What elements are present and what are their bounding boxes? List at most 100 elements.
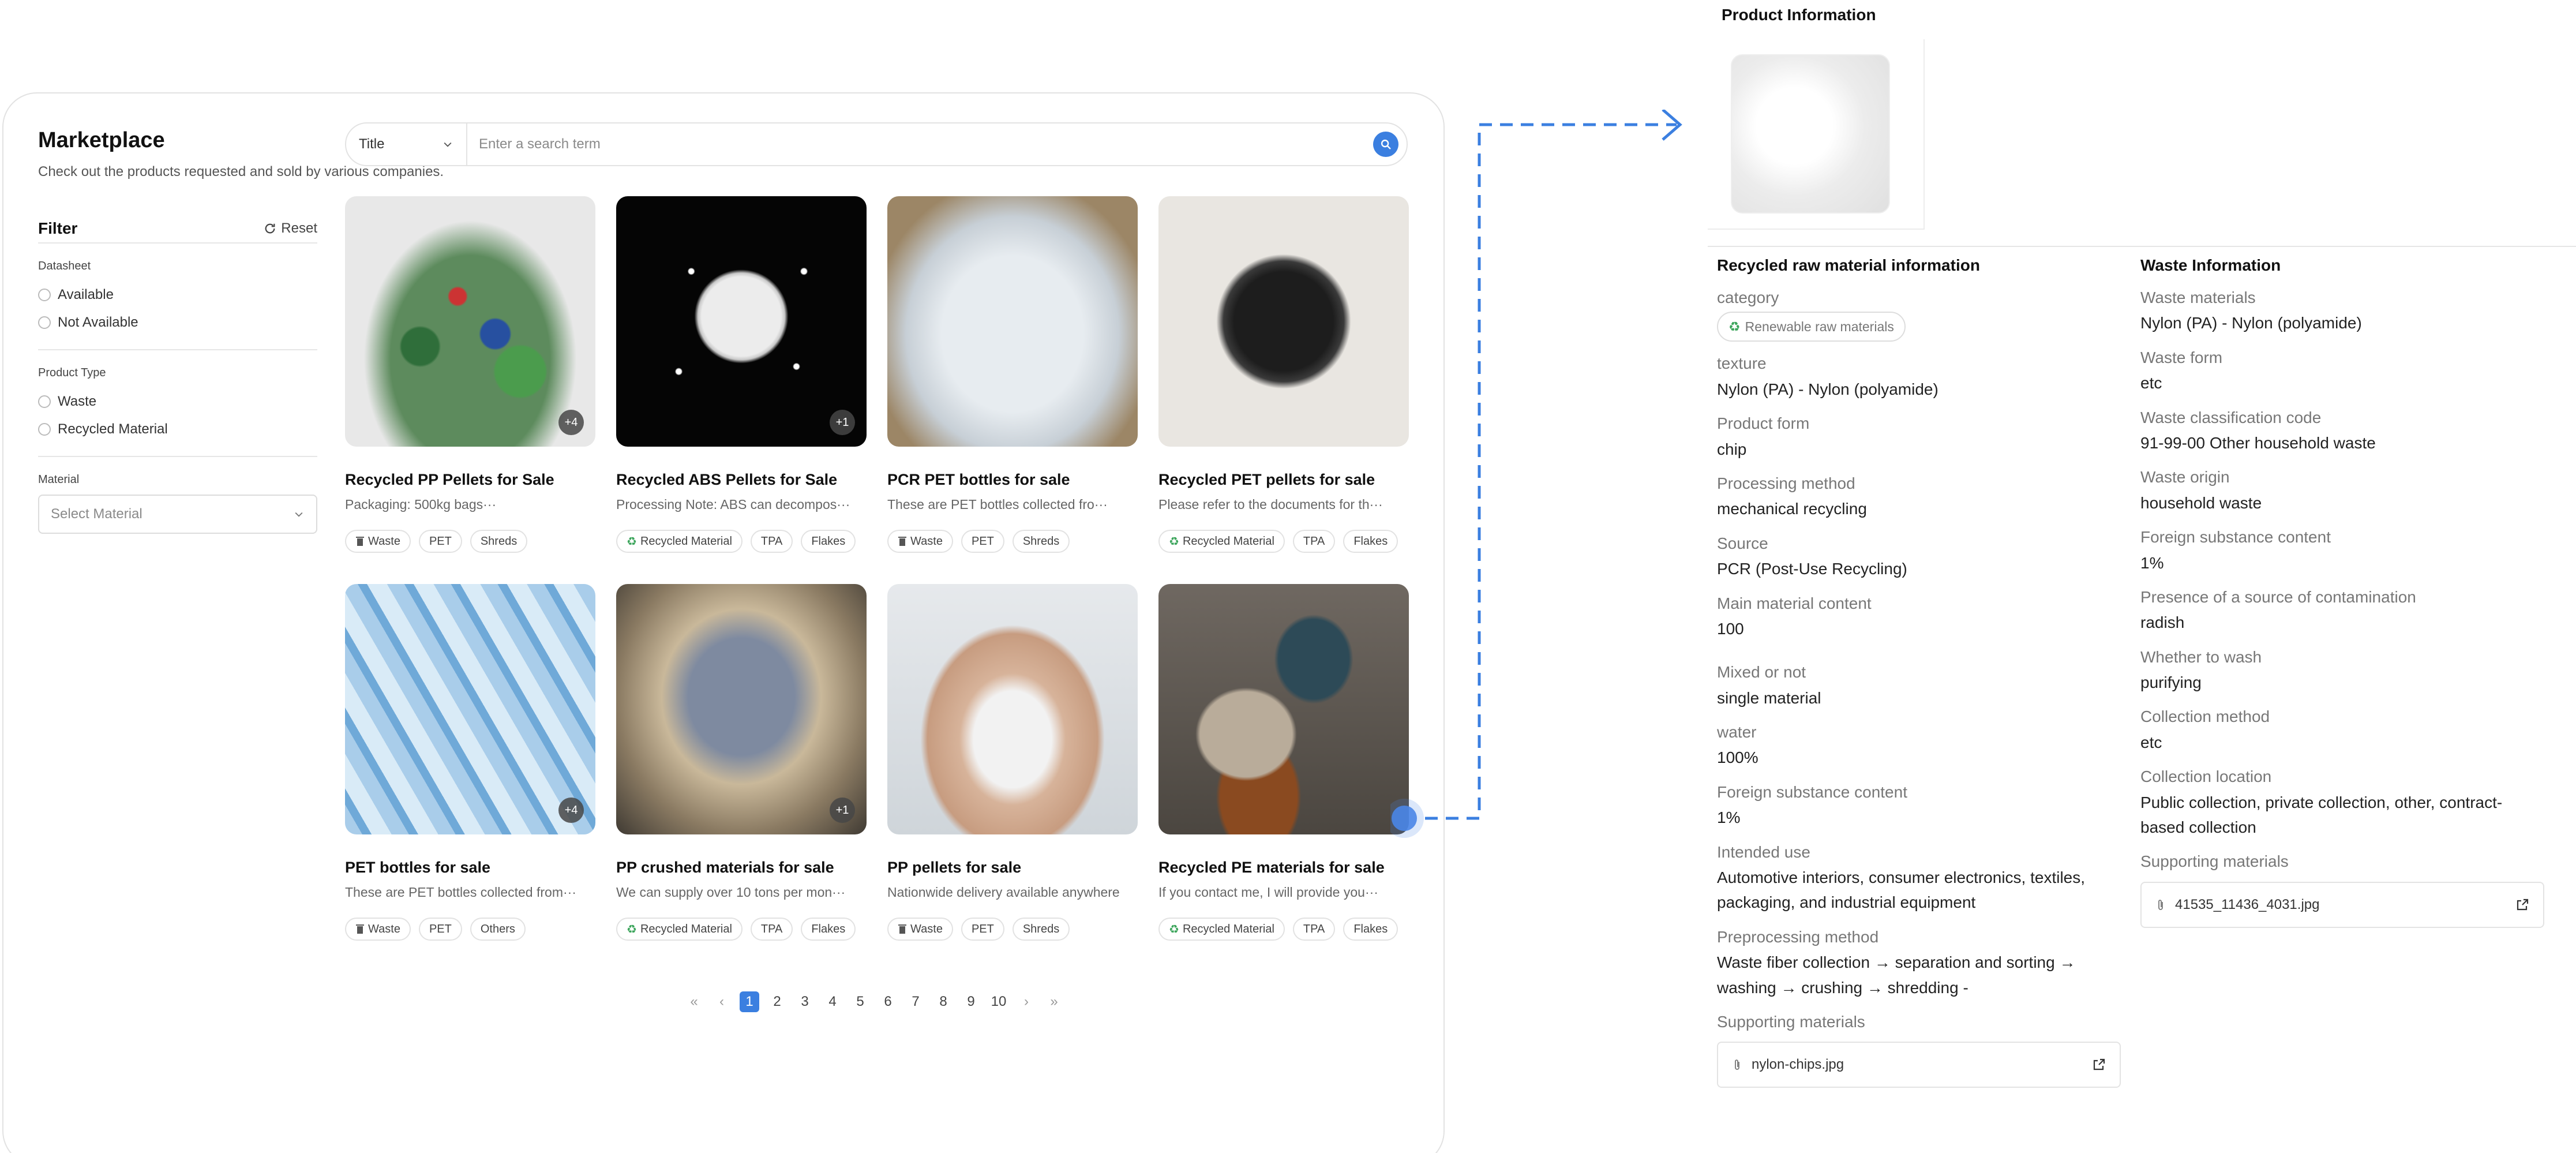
field-label: Mixed or not	[1717, 663, 1806, 682]
radio-label: Recycled Material	[58, 421, 168, 437]
field-label: Presence of a source of contamination	[2140, 587, 2416, 606]
material-select[interactable]: Select Material	[38, 495, 317, 534]
field-label: Source	[1717, 534, 1768, 552]
product-image	[1158, 196, 1409, 447]
product-description: Please refer to the documents for th···	[1158, 497, 1383, 512]
tag-label: TPA	[760, 534, 783, 548]
field-texture: texture Nylon (PA) - Nylon (polyamide)	[1717, 353, 2121, 402]
field-value: single material	[1717, 688, 1821, 707]
radio-available[interactable]: Available	[38, 281, 317, 309]
search-bar: Title	[345, 122, 1408, 166]
product-card[interactable]: Recycled PE materials for sale If you co…	[1158, 584, 1409, 944]
page-9[interactable]: 9	[961, 991, 981, 1012]
last-page-button[interactable]: »	[1044, 991, 1064, 1012]
product-info-image[interactable]	[1731, 54, 1890, 214]
page-4[interactable]: 4	[823, 991, 842, 1012]
search-field-select[interactable]: Title	[346, 123, 467, 165]
tag-label: Others	[480, 922, 515, 935]
product-card[interactable]: PCR PET bottles for sale These are PET b…	[887, 196, 1138, 556]
field-value: household waste	[2140, 493, 2262, 512]
product-card[interactable]: +4 PET bottles for sale These are PET bo…	[345, 584, 595, 944]
reset-button[interactable]: Reset	[264, 220, 317, 237]
product-tags: Waste PET Shreds	[345, 530, 595, 553]
chevron-down-icon	[444, 142, 452, 147]
tag-label: PET	[429, 534, 452, 548]
product-title: Recycled ABS Pellets for Sale	[616, 471, 838, 488]
product-card[interactable]: +1 Recycled ABS Pellets for Sale Process…	[616, 196, 867, 556]
attachment-file[interactable]: 41535_11436_4031.jpg	[2140, 881, 2544, 928]
tag-type: Waste	[345, 530, 411, 553]
field-value: Nylon (PA) - Nylon (polyamide)	[1717, 380, 1938, 398]
tag-form: Flakes	[801, 918, 856, 941]
product-title: PET bottles for sale	[345, 859, 491, 876]
next-page-button[interactable]: ›	[1017, 991, 1036, 1012]
page-1[interactable]: 1	[740, 991, 759, 1012]
tag-form: Flakes	[1343, 918, 1398, 941]
tag-label: PET	[971, 922, 994, 935]
waste-info-section: Waste Information Waste materials Nylon (…	[2140, 256, 2544, 939]
attachment-file[interactable]: nylon-chips.jpg	[1717, 1042, 2121, 1088]
field-value: etc	[2140, 374, 2162, 392]
product-title: PP crushed materials for sale	[616, 859, 834, 876]
tag-type: ♻ Recycled Material	[1158, 918, 1285, 941]
tag-label: Recycled Material	[1182, 922, 1274, 935]
radio-not-available[interactable]: Not Available	[38, 309, 317, 336]
product-description: Packaging: 500kg bags···	[345, 497, 497, 512]
field-label: Waste origin	[2140, 468, 2230, 486]
product-title: Recycled PE materials for sale	[1158, 859, 1385, 876]
first-page-button[interactable]: «	[684, 991, 704, 1012]
tag-label: Waste	[910, 534, 943, 548]
tag-form: Shreds	[1012, 918, 1070, 941]
tag-type: ♻ Recycled Material	[616, 918, 743, 941]
pagination: « ‹ 1 2 3 4 5 6 7 8 9 10 › »	[684, 991, 1064, 1012]
product-card[interactable]: +4 Recycled PP Pellets for Sale Packagin…	[345, 196, 595, 556]
page-6[interactable]: 6	[878, 991, 898, 1012]
radio-circle	[38, 395, 51, 408]
image-count-badge: +1	[830, 798, 855, 823]
tag-label: TPA	[1303, 922, 1325, 935]
field-label: Collection location	[2140, 768, 2272, 786]
field-product-form: Product form chip	[1717, 413, 2121, 462]
field-label: Supporting materials	[1717, 1012, 1865, 1031]
radio-circle	[38, 423, 51, 436]
tag-label: Flakes	[811, 922, 846, 935]
page-3[interactable]: 3	[795, 991, 815, 1012]
page-7[interactable]: 7	[906, 991, 925, 1012]
product-card[interactable]: Recycled PET pellets for sale Please ref…	[1158, 196, 1409, 556]
field-value: 100	[1717, 619, 1744, 638]
field-label: Intended use	[1717, 843, 1810, 861]
radio-waste[interactable]: Waste	[38, 388, 317, 415]
radio-recycled-material[interactable]: Recycled Material	[38, 415, 317, 443]
field-value: PCR (Post-Use Recycling)	[1717, 560, 1907, 578]
field-mixed: Mixed or not single material	[1717, 662, 2121, 710]
page-10[interactable]: 10	[989, 991, 1008, 1012]
tag-label: Flakes	[811, 534, 846, 548]
prev-page-button[interactable]: ‹	[712, 991, 732, 1012]
external-link-icon[interactable]	[2515, 898, 2529, 912]
page-2[interactable]: 2	[767, 991, 787, 1012]
product-title: Recycled PET pellets for sale	[1158, 471, 1375, 488]
page-5[interactable]: 5	[850, 991, 870, 1012]
field-value: chip	[1717, 440, 1747, 458]
field-value: 1%	[1717, 808, 1741, 827]
recycle-icon: ♻	[1728, 319, 1741, 334]
product-card[interactable]: +1 PP crushed materials for sale We can …	[616, 584, 867, 944]
product-card[interactable]: PP pellets for sale Nationwide delivery …	[887, 584, 1138, 944]
product-tags: ♻ Recycled Material TPA Flakes	[616, 918, 867, 941]
field-label: water	[1717, 723, 1757, 742]
product-image	[887, 196, 1138, 447]
field-label: Foreign substance content	[2140, 528, 2331, 546]
product-title: PP pellets for sale	[887, 859, 1022, 876]
product-tags: ♻ Recycled Material TPA Flakes	[1158, 530, 1409, 553]
tag-form: Shreds	[1012, 530, 1070, 553]
material-placeholder: Select Material	[51, 506, 143, 522]
field-value: purifying	[2140, 673, 2202, 692]
product-title: Recycled PP Pellets for Sale	[345, 471, 554, 488]
chevron-down-icon	[295, 512, 303, 517]
field-label: Main material content	[1717, 594, 1872, 612]
tag-label: Recycled Material	[640, 534, 732, 548]
search-input[interactable]	[467, 123, 1373, 165]
field-water: water 100%	[1717, 722, 2121, 770]
page-8[interactable]: 8	[933, 991, 953, 1012]
external-link-icon[interactable]	[2092, 1058, 2106, 1072]
